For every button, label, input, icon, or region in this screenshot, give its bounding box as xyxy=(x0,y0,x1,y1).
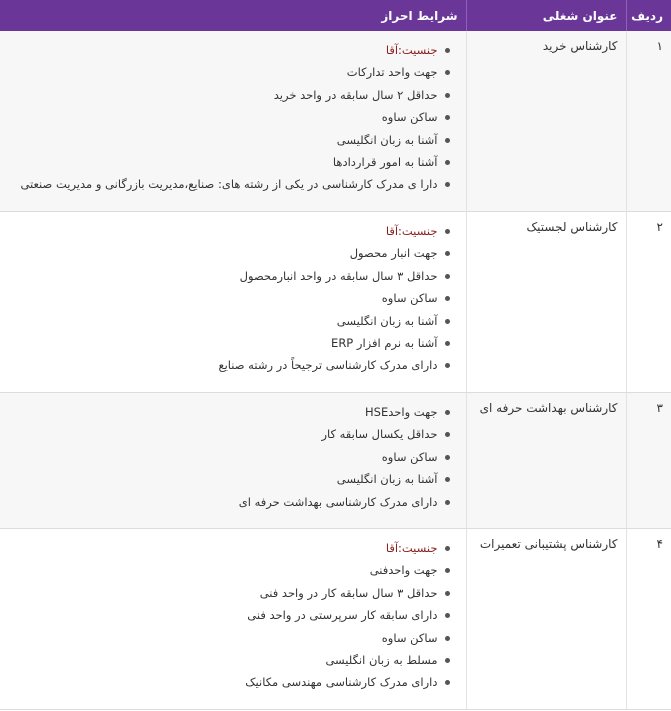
requirement-gender: جنسیت:آقا xyxy=(8,537,450,559)
requirement-gender: جنسیت:آقا xyxy=(8,39,450,61)
requirement-item: مسلط به زبان انگلیسی xyxy=(8,649,450,671)
table-header: ردیف عنوان شغلی شرایط احراز xyxy=(0,0,671,31)
requirements-cell: جنسیت:آقا جهت واحدفنی حداقل ۳ سال سابقه … xyxy=(0,528,466,710)
requirement-item: جهت واحدHSE xyxy=(8,401,450,423)
header-row: ردیف عنوان شغلی شرایط احراز xyxy=(0,0,671,31)
row-index: ۲ xyxy=(625,211,671,393)
header-index: ردیف xyxy=(625,0,671,31)
requirements-cell: جنسیت:آقا جهت واحد تدارکات حداقل ۲ سال س… xyxy=(0,31,466,212)
gender-label: جنسیت: xyxy=(398,541,438,555)
requirement-item: جهت واحد تدارکات xyxy=(8,61,450,83)
job-listings-table: ردیف عنوان شغلی شرایط احراز ۱ کارشناس خر… xyxy=(0,0,671,710)
gender-value: آقا xyxy=(385,541,399,555)
requirement-item: حداقل ۳ سال سابقه در واحد انبارمحصول xyxy=(8,265,450,287)
row-index: ۴ xyxy=(625,528,671,710)
job-title: کارشناس خرید xyxy=(465,31,626,212)
requirement-item: ساکن ساوه xyxy=(8,287,450,309)
requirement-item: دارای مدرک کارشناسی بهداشت حرفه ای xyxy=(8,491,450,513)
table-row: ۴ کارشناس پشتیبانی تعمیرات جنسیت:آقا جهت… xyxy=(0,528,671,710)
gender-label: جنسیت: xyxy=(398,43,438,57)
row-index: ۳ xyxy=(625,392,671,529)
requirement-item: جهت واحدفنی xyxy=(8,559,450,581)
table-row: ۱ کارشناس خرید جنسیت:آقا جهت واحد تدارکا… xyxy=(0,31,671,212)
header-requirements: شرایط احراز xyxy=(0,0,466,31)
requirement-item: حداقل یکسال سابقه کار xyxy=(8,423,450,445)
table-body: ۱ کارشناس خرید جنسیت:آقا جهت واحد تدارکا… xyxy=(0,31,671,710)
requirements-list: جنسیت:آقا جهت انبار محصول حداقل ۳ سال سا… xyxy=(8,220,458,377)
requirement-item: دارا ی مدرک کارشناسی در یکی از رشته های:… xyxy=(8,173,450,195)
requirement-item: دارای سابقه کار سرپرستی در واحد فنی xyxy=(8,604,450,626)
requirement-item: دارای مدرک کارشناسی مهندسی مکانیک xyxy=(8,671,450,693)
requirement-item: آشنا به زبان انگلیسی xyxy=(8,468,450,490)
requirement-item: آشنا به نرم افزار ERP xyxy=(8,332,450,354)
requirement-item: آشنا به زبان انگلیسی xyxy=(8,310,450,332)
requirement-item: ساکن ساوه xyxy=(8,627,450,649)
table-row: ۲ کارشناس لجستیک جنسیت:آقا جهت انبار محص… xyxy=(0,211,671,393)
job-title: کارشناس بهداشت حرفه ای xyxy=(465,392,626,529)
table-row: ۳ کارشناس بهداشت حرفه ای جهت واحدHSE حدا… xyxy=(0,392,671,529)
requirement-item: آشنا به امور قراردادها xyxy=(8,151,450,173)
gender-label: جنسیت: xyxy=(398,224,438,238)
requirement-item: آشنا به زبان انگلیسی xyxy=(8,129,450,151)
requirements-cell: جنسیت:آقا جهت انبار محصول حداقل ۳ سال سا… xyxy=(0,211,466,393)
requirements-list: جنسیت:آقا جهت واحدفنی حداقل ۳ سال سابقه … xyxy=(8,537,458,694)
requirements-cell: جهت واحدHSE حداقل یکسال سابقه کار ساکن س… xyxy=(0,392,466,529)
gender-value: آقا xyxy=(385,43,399,57)
job-title: کارشناس پشتیبانی تعمیرات xyxy=(465,528,626,710)
requirements-list: جهت واحدHSE حداقل یکسال سابقه کار ساکن س… xyxy=(8,401,458,513)
header-job-title: عنوان شغلی xyxy=(465,0,626,31)
requirement-item: حداقل ۳ سال سابقه کار در واحد فنی xyxy=(8,582,450,604)
requirements-list: جنسیت:آقا جهت واحد تدارکات حداقل ۲ سال س… xyxy=(8,39,458,196)
requirement-item: دارای مدرک کارشناسی ترجیحاً در رشته صنای… xyxy=(8,354,450,376)
gender-value: آقا xyxy=(385,224,399,238)
requirement-item: حداقل ۲ سال سابقه در واحد خرید xyxy=(8,84,450,106)
requirement-gender: جنسیت:آقا xyxy=(8,220,450,242)
row-index: ۱ xyxy=(625,31,671,212)
job-title: کارشناس لجستیک xyxy=(465,211,626,393)
requirement-item: ساکن ساوه xyxy=(8,446,450,468)
requirement-item: ساکن ساوه xyxy=(8,106,450,128)
requirement-item: جهت انبار محصول xyxy=(8,242,450,264)
